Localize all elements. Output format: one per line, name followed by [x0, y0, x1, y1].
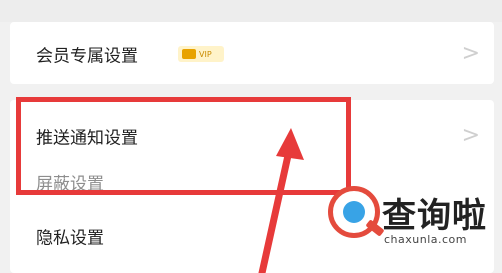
watermark-domain: chaxunla.com: [384, 233, 467, 246]
member-settings-card: 会员专属设置 VIP >: [10, 22, 494, 84]
vip-badge: VIP: [178, 46, 224, 62]
chevron-right-icon: >: [461, 41, 480, 66]
site-watermark: 查询啦 chaxunla.com: [328, 180, 498, 268]
vip-crown-icon: [182, 49, 196, 59]
watermark-title: 查询啦: [382, 196, 487, 236]
block-settings-label: 屏蔽设置: [36, 174, 104, 195]
top-divider-band: [0, 0, 502, 22]
push-notification-settings-label: 推送通知设置: [36, 128, 138, 149]
member-settings-label: 会员专属设置: [36, 46, 138, 67]
privacy-settings-label: 隐私设置: [36, 228, 104, 249]
member-settings-row[interactable]: 会员专属设置 VIP >: [10, 30, 494, 78]
vip-badge-text: VIP: [199, 49, 212, 59]
push-notification-settings-row[interactable]: 推送通知设置 >: [10, 112, 494, 160]
chevron-right-icon: >: [461, 123, 480, 148]
magnifier-lens: [343, 201, 365, 223]
